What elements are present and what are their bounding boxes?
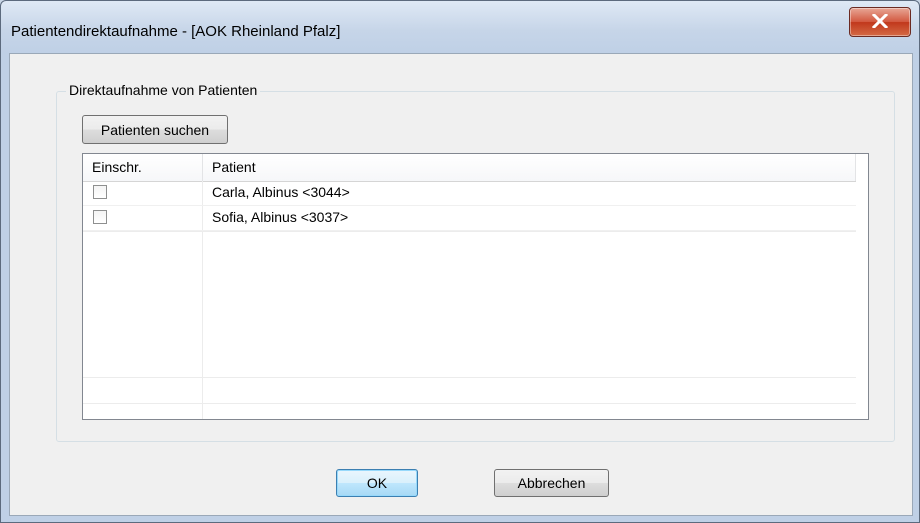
restriction-checkbox[interactable] [93, 185, 107, 199]
patient-list[interactable]: Einschr. Patient Carla, Albinus <3044> S… [82, 153, 869, 420]
grid-line [83, 377, 856, 378]
cancel-button[interactable]: Abbrechen [494, 469, 609, 497]
grid-line [83, 231, 856, 232]
dialog-body: Direktaufnahme von Patienten Patienten s… [9, 53, 913, 516]
list-item[interactable]: Sofia, Albinus <3037> [83, 206, 856, 231]
window-title: Patientendirektaufnahme - [AOK Rheinland… [11, 23, 341, 40]
grid-line [83, 403, 856, 404]
groupbox-label: Direktaufnahme von Patienten [66, 82, 261, 98]
restriction-checkbox[interactable] [93, 210, 107, 224]
list-right-edge [856, 154, 868, 419]
list-item[interactable]: Carla, Albinus <3044> [83, 181, 856, 206]
close-button[interactable] [849, 7, 911, 37]
search-patients-button[interactable]: Patienten suchen [82, 115, 228, 144]
column-header-restriction[interactable]: Einschr. [83, 154, 203, 181]
column-header-patient[interactable]: Patient [203, 154, 856, 181]
close-icon [872, 14, 888, 28]
title-bar[interactable]: Patientendirektaufnahme - [AOK Rheinland… [1, 1, 919, 53]
dialog-window: Patientendirektaufnahme - [AOK Rheinland… [0, 0, 920, 523]
patient-name: Sofia, Albinus <3037> [212, 209, 349, 225]
ok-button[interactable]: OK [336, 469, 418, 497]
patient-name: Carla, Albinus <3044> [212, 184, 350, 200]
list-header: Einschr. Patient [83, 154, 868, 182]
